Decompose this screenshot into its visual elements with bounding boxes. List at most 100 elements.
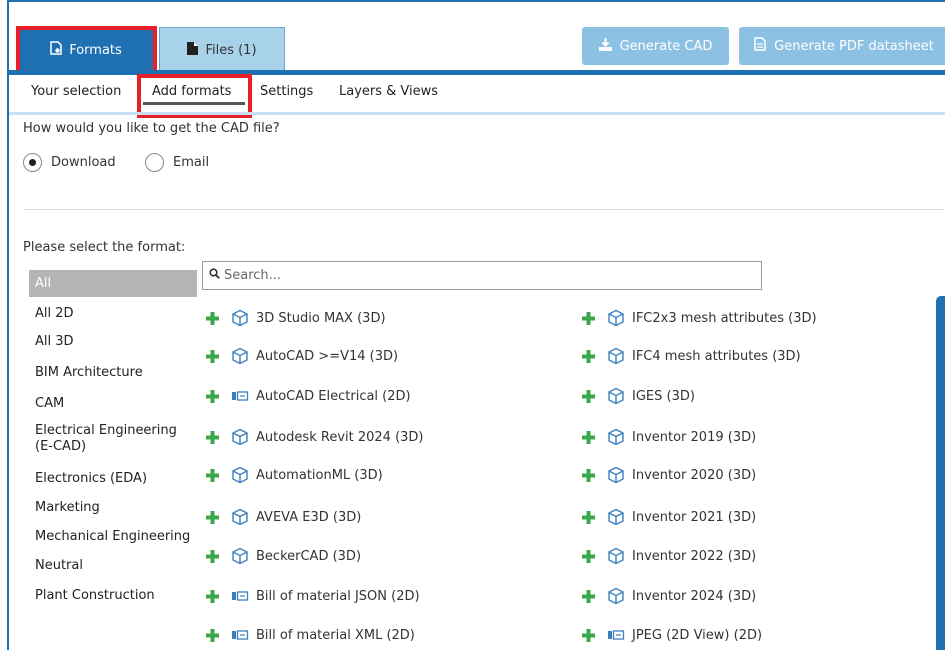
category-item[interactable]: Electrical Engineering (E-CAD) [35,423,198,455]
cube-icon [231,466,249,484]
add-plus-icon[interactable] [580,310,596,326]
format-item[interactable]: AutoCAD >=V14 (3D) [204,347,398,365]
cube-icon [607,587,625,605]
format-item[interactable]: JPEG (2D View) (2D) [580,626,762,644]
format-label: Inventor 2021 (3D) [632,509,757,525]
radio-email-label: Email [173,155,210,170]
download-icon [598,37,612,55]
add-plus-icon[interactable] [204,509,220,525]
cube-icon [607,428,625,446]
format-label: Bill of material XML (2D) [256,627,415,643]
add-plus-icon[interactable] [580,467,596,483]
window-frame-top [7,0,945,2]
cube-icon [231,309,249,327]
radio-email[interactable]: Email [145,153,209,172]
category-item[interactable]: Neutral [35,558,198,574]
file-icon [187,41,199,59]
cube-icon [607,387,625,405]
cube-icon [607,466,625,484]
format-label: JPEG (2D View) (2D) [632,627,763,643]
format-item[interactable]: Inventor 2020 (3D) [580,466,756,484]
format-item[interactable]: Inventor 2019 (3D) [580,428,756,446]
scrollbar[interactable] [936,296,945,650]
delivery-question: How would you like to get the CAD file? [23,121,280,136]
format-item[interactable]: IGES (3D) [580,387,695,405]
format-item[interactable]: Bill of material JSON (2D) [204,587,420,605]
add-plus-icon[interactable] [580,388,596,404]
category-item[interactable]: All 3D [35,334,198,350]
subtab-your-selection[interactable]: Your selection [31,84,121,99]
category-item-all[interactable]: All [29,270,197,297]
add-plus-icon[interactable] [204,388,220,404]
format-item[interactable]: Autodesk Revit 2024 (3D) [204,428,424,446]
tab-files-label: Files (1) [205,42,257,58]
format-label: Inventor 2024 (3D) [632,588,757,604]
add-plus-icon[interactable] [204,310,220,326]
format-label: Inventor 2020 (3D) [632,467,757,483]
add-plus-icon[interactable] [580,429,596,445]
category-item[interactable]: Marketing [35,500,198,516]
add-plus-icon[interactable] [204,588,220,604]
format-item[interactable]: IFC4 mesh attributes (3D) [580,347,801,365]
generate-pdf-label: Generate PDF datasheet [774,38,934,54]
format-item[interactable]: Inventor 2022 (3D) [580,547,756,565]
tab-files[interactable]: Files (1) [159,27,285,72]
add-plus-icon[interactable] [204,467,220,483]
add-plus-icon[interactable] [204,627,220,643]
add-plus-icon[interactable] [204,548,220,564]
cube-icon [231,508,249,526]
format-label: Bill of material JSON (2D) [256,588,420,604]
radio-download[interactable]: Download [23,153,116,172]
format-item[interactable]: IFC2x3 mesh attributes (3D) [580,309,817,327]
subtab-settings[interactable]: Settings [260,84,313,99]
search-icon [209,268,220,283]
format-item[interactable]: BeckerCAD (3D) [204,547,361,565]
category-item[interactable]: CAM [35,396,198,412]
category-item[interactable]: Plant Construction [35,588,198,604]
cube-icon [607,508,625,526]
format-label: AutomationML (3D) [256,467,383,483]
radio-button-unchecked[interactable] [145,153,164,172]
format-item[interactable]: AutoCAD Electrical (2D) [204,387,411,405]
search-input[interactable] [224,268,724,283]
cube-icon [231,428,249,446]
subtabs-divider [9,112,945,115]
format-label: AutoCAD Electrical (2D) [256,388,411,404]
add-plus-icon[interactable] [580,588,596,604]
subtab-layers-views[interactable]: Layers & Views [339,84,438,99]
add-plus-icon[interactable] [580,348,596,364]
category-item[interactable]: Electronics (EDA) [35,471,198,487]
radio-button-checked[interactable] [23,153,42,172]
add-plus-icon[interactable] [580,548,596,564]
format-label: Autodesk Revit 2024 (3D) [256,429,424,445]
category-item[interactable]: All 2D [35,306,198,322]
add-plus-icon[interactable] [580,509,596,525]
format-item[interactable]: AVEVA E3D (3D) [204,508,361,526]
add-plus-icon[interactable] [204,348,220,364]
add-plus-icon[interactable] [204,429,220,445]
section-divider [23,209,945,210]
format-item[interactable]: Bill of material XML (2D) [204,626,415,644]
format-item[interactable]: Inventor 2021 (3D) [580,508,756,526]
generate-cad-label: Generate CAD [619,38,713,54]
document-icon [754,37,766,55]
format-label: IGES (3D) [632,388,695,404]
generate-pdf-button[interactable]: Generate PDF datasheet [739,27,945,65]
drawing-2d-icon [231,587,249,605]
window-frame-left [7,0,9,650]
format-label: IFC2x3 mesh attributes (3D) [632,310,817,326]
format-item[interactable]: Inventor 2024 (3D) [580,587,756,605]
format-item[interactable]: 3D Studio MAX (3D) [204,309,386,327]
search-box[interactable] [202,261,762,290]
format-item[interactable]: AutomationML (3D) [204,466,383,484]
format-label: BeckerCAD (3D) [256,548,362,564]
format-label: AVEVA E3D (3D) [256,509,362,525]
category-item[interactable]: BIM Architecture [35,365,198,381]
cube-icon [607,309,625,327]
add-plus-icon[interactable] [580,627,596,643]
radio-download-label: Download [51,155,116,170]
generate-cad-button[interactable]: Generate CAD [582,27,729,65]
highlight-box-formats [16,26,157,74]
category-item[interactable]: Mechanical Engineering [35,529,198,545]
select-format-label: Please select the format: [23,240,186,255]
